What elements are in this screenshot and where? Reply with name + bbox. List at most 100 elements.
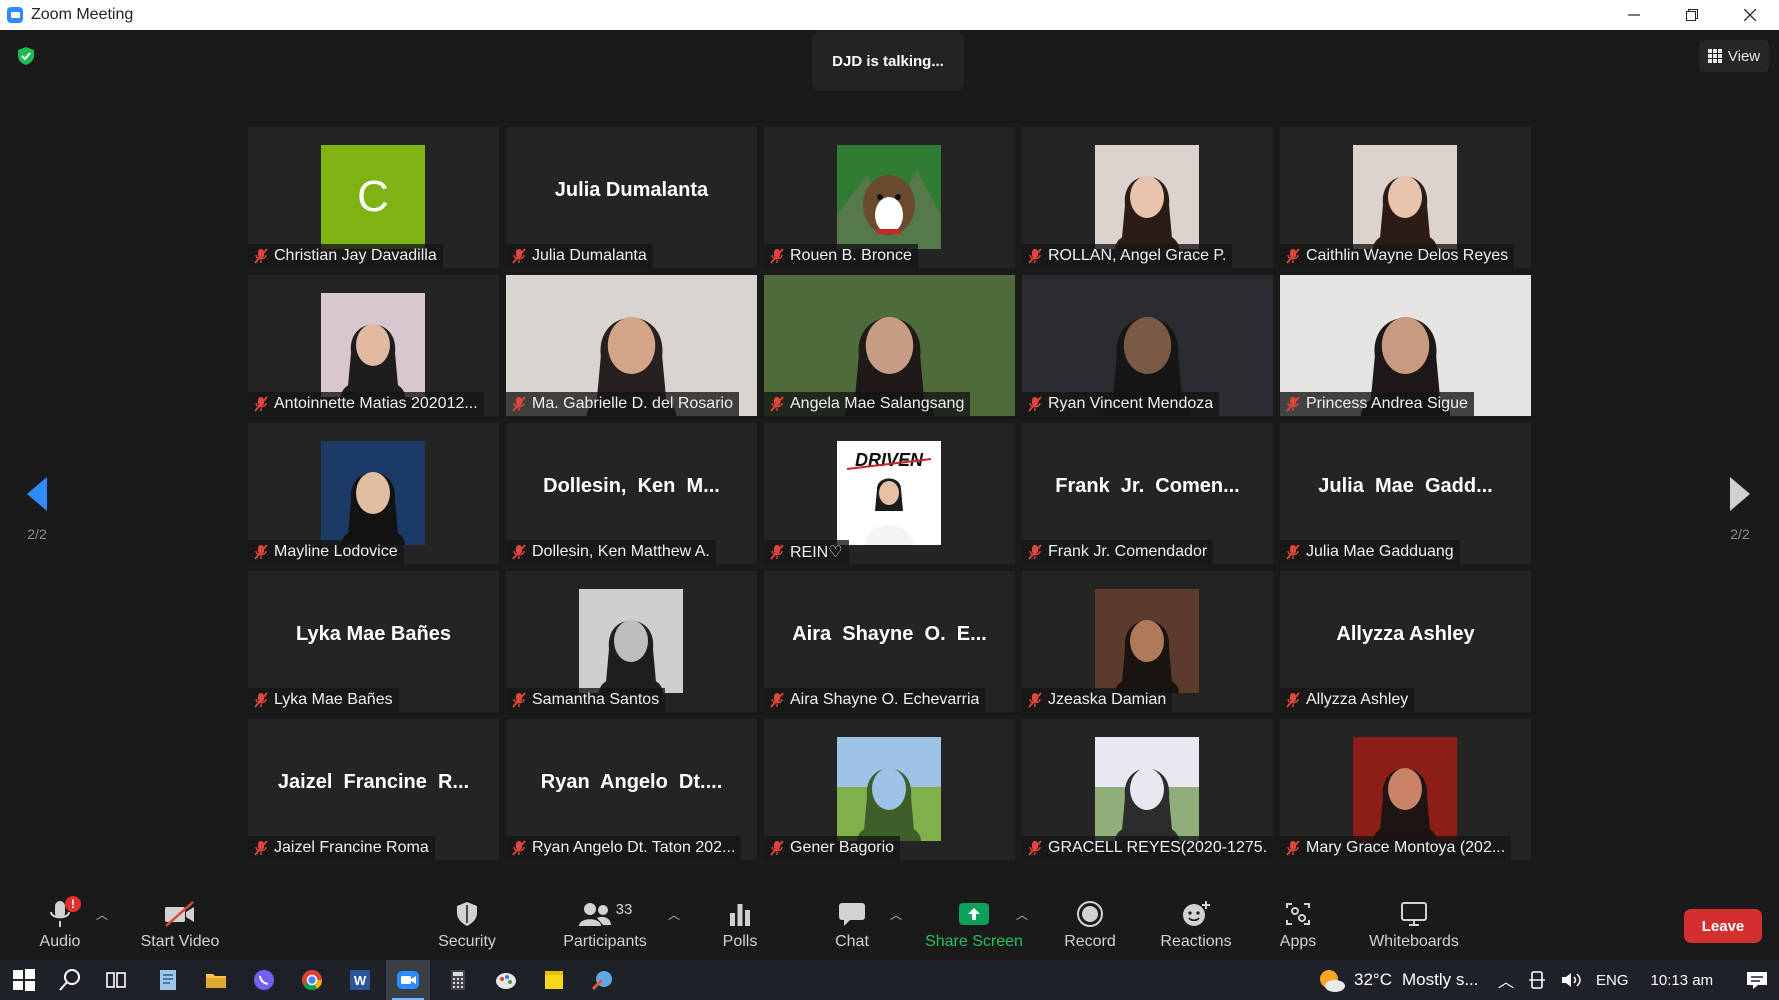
input-language[interactable]: ENG bbox=[1596, 972, 1629, 989]
word-app-icon[interactable]: W bbox=[348, 968, 372, 992]
participant-name: Antoinnette Matias 202012... bbox=[274, 395, 478, 412]
view-button[interactable]: View bbox=[1699, 40, 1769, 72]
participant-tile[interactable]: Samantha Santos bbox=[506, 571, 757, 712]
polls-button[interactable]: Polls bbox=[714, 898, 766, 954]
close-window-button[interactable] bbox=[1721, 0, 1779, 30]
participant-tile[interactable]: Ryan Vincent Mendoza bbox=[1022, 275, 1273, 416]
participants-options-caret[interactable]: ︿ bbox=[668, 906, 680, 923]
polls-label: Polls bbox=[722, 933, 758, 950]
notepad-app-icon[interactable] bbox=[156, 968, 180, 992]
participant-tile[interactable]: Jzeaska Damian bbox=[1022, 571, 1273, 712]
share-screen-button[interactable]: Share Screen bbox=[925, 898, 1023, 954]
participant-tile[interactable]: Mayline Lodovice bbox=[248, 423, 499, 564]
record-label: Record bbox=[1064, 933, 1116, 950]
participant-tile[interactable]: Rouen B. Bronce bbox=[764, 127, 1015, 268]
windows-taskbar: W 32°C Mostly s... ︿ ENG 10:13 am bbox=[0, 960, 1779, 1000]
participant-name: Allyzza Ashley bbox=[1306, 691, 1409, 708]
participants-button[interactable]: 33 Participants bbox=[560, 898, 650, 954]
chat-button[interactable]: Chat bbox=[830, 898, 874, 954]
participant-name-bar: Mayline Lodovice bbox=[248, 540, 404, 564]
participant-tile[interactable]: GRACELL REYES(2020-1275... bbox=[1022, 719, 1273, 860]
participant-name-bar: Ryan Angelo Dt. Taton 202... bbox=[506, 836, 742, 860]
participant-name: Aira Shayne O. Echevarria bbox=[790, 691, 980, 708]
leave-button[interactable]: Leave bbox=[1684, 909, 1762, 943]
participant-tile[interactable]: Dollesin, Ken M... Dollesin, Ken Matthew… bbox=[506, 423, 757, 564]
encryption-shield-icon[interactable] bbox=[16, 46, 36, 66]
windows-start-icon[interactable] bbox=[12, 968, 36, 992]
record-icon bbox=[1077, 901, 1103, 927]
participant-tile[interactable]: Antoinnette Matias 202012... bbox=[248, 275, 499, 416]
notifications-icon[interactable] bbox=[1745, 969, 1769, 991]
apps-icon bbox=[1286, 903, 1310, 925]
weather-widget[interactable]: 32°C Mostly s... bbox=[1316, 960, 1479, 1000]
weather-description: Mostly s... bbox=[1401, 970, 1479, 989]
calculator-app-icon[interactable] bbox=[446, 968, 470, 992]
participant-tile[interactable]: Gener Bagorio bbox=[764, 719, 1015, 860]
paint-app-icon[interactable] bbox=[494, 968, 518, 992]
apps-label: Apps bbox=[1279, 933, 1317, 950]
muted-microphone-icon bbox=[512, 840, 526, 856]
clock-time[interactable]: 10:13 am bbox=[1651, 972, 1714, 989]
participant-name-bar: Jzeaska Damian bbox=[1022, 688, 1173, 712]
meeting-toolbar: ! Audio ︿ Start Video Security 33 Partic… bbox=[0, 888, 1779, 960]
reactions-button[interactable]: Reactions bbox=[1156, 898, 1236, 954]
participant-display-name: Aira Shayne O. E... bbox=[792, 623, 987, 645]
start-video-button[interactable]: Start Video bbox=[138, 898, 222, 954]
muted-microphone-icon bbox=[254, 248, 268, 264]
zoom-taskbar-active[interactable] bbox=[386, 960, 430, 1000]
participant-tile[interactable]: Caithlin Wayne Delos Reyes bbox=[1280, 127, 1531, 268]
task-view-icon[interactable] bbox=[104, 968, 128, 992]
whiteboards-button[interactable]: Whiteboards bbox=[1366, 898, 1462, 954]
participants-icon bbox=[578, 903, 611, 926]
file-explorer-icon[interactable] bbox=[204, 968, 228, 992]
profile-photo bbox=[1095, 737, 1199, 841]
participant-tile[interactable]: Allyzza Ashley Allyzza Ashley bbox=[1280, 571, 1531, 712]
participant-tile[interactable]: Julia Mae Gadd... Julia Mae Gadduang bbox=[1280, 423, 1531, 564]
restore-button[interactable] bbox=[1663, 0, 1721, 30]
share-screen-label: Share Screen bbox=[925, 933, 1023, 950]
participant-tile[interactable]: C Christian Jay Davadilla bbox=[248, 127, 499, 268]
participant-display-name: Jaizel Francine R... bbox=[277, 771, 470, 793]
participant-tile[interactable]: ROLLAN, Angel Grace P. bbox=[1022, 127, 1273, 268]
next-page-button[interactable]: 2/2 bbox=[1725, 475, 1755, 542]
participant-tile[interactable]: Aira Shayne O. E... Aira Shayne O. Echev… bbox=[764, 571, 1015, 712]
snipping-tool-icon[interactable] bbox=[590, 968, 614, 992]
profile-photo bbox=[321, 441, 425, 545]
volume-icon[interactable] bbox=[1560, 970, 1582, 990]
tray-expand-icon[interactable]: ︿ bbox=[1498, 968, 1514, 992]
participant-name: Lyka Mae Bañes bbox=[274, 691, 393, 708]
participant-name-bar: Christian Jay Davadilla bbox=[248, 244, 443, 268]
start-video-label: Start Video bbox=[140, 933, 220, 950]
minimize-button[interactable] bbox=[1605, 0, 1663, 30]
participant-grid: C Christian Jay Davadilla Julia Dumalanta… bbox=[248, 127, 1532, 862]
participant-tile[interactable]: Lyka Mae Bañes Lyka Mae Bañes bbox=[248, 571, 499, 712]
audio-options-caret[interactable]: ︿ bbox=[96, 906, 108, 923]
arrow-left-icon bbox=[27, 477, 47, 511]
participant-tile[interactable]: Frank Jr. Comen... Frank Jr. Comendador bbox=[1022, 423, 1273, 564]
participant-tile[interactable]: DRIVEN REIN♡ bbox=[764, 423, 1015, 564]
search-icon[interactable] bbox=[58, 968, 82, 992]
muted-microphone-icon bbox=[770, 544, 784, 560]
participant-tile[interactable]: Mary Grace Montoya (202... bbox=[1280, 719, 1531, 860]
chat-options-caret[interactable]: ︿ bbox=[890, 906, 902, 923]
participant-tile[interactable]: Julia Dumalanta Julia Dumalanta bbox=[506, 127, 757, 268]
window-title: Zoom Meeting bbox=[31, 6, 134, 23]
chrome-browser-icon[interactable] bbox=[300, 968, 324, 992]
participant-tile[interactable]: Angela Mae Salangsang bbox=[764, 275, 1015, 416]
participant-name: Caithlin Wayne Delos Reyes bbox=[1306, 247, 1509, 264]
participant-tile[interactable]: Princess Andrea Sigue bbox=[1280, 275, 1531, 416]
share-options-caret[interactable]: ︿ bbox=[1016, 906, 1028, 923]
audio-button[interactable]: ! Audio bbox=[38, 896, 82, 954]
participant-tile[interactable]: Jaizel Francine R... Jaizel Francine Rom… bbox=[248, 719, 499, 860]
participant-name-bar: Lyka Mae Bañes bbox=[248, 688, 399, 712]
device-icon[interactable] bbox=[1528, 970, 1546, 990]
security-button[interactable]: Security bbox=[432, 898, 502, 954]
apps-button[interactable]: Apps bbox=[1276, 898, 1320, 954]
viber-app-icon[interactable] bbox=[252, 968, 276, 992]
participant-tile[interactable]: Ryan Angelo Dt.... Ryan Angelo Dt. Taton… bbox=[506, 719, 757, 860]
previous-page-button[interactable]: 2/2 bbox=[22, 475, 52, 542]
sticky-notes-icon[interactable] bbox=[542, 968, 566, 992]
participant-tile[interactable]: Ma. Gabrielle D. del Rosario bbox=[506, 275, 757, 416]
record-button[interactable]: Record bbox=[1062, 898, 1118, 954]
participant-name-bar: Caithlin Wayne Delos Reyes bbox=[1280, 244, 1515, 268]
